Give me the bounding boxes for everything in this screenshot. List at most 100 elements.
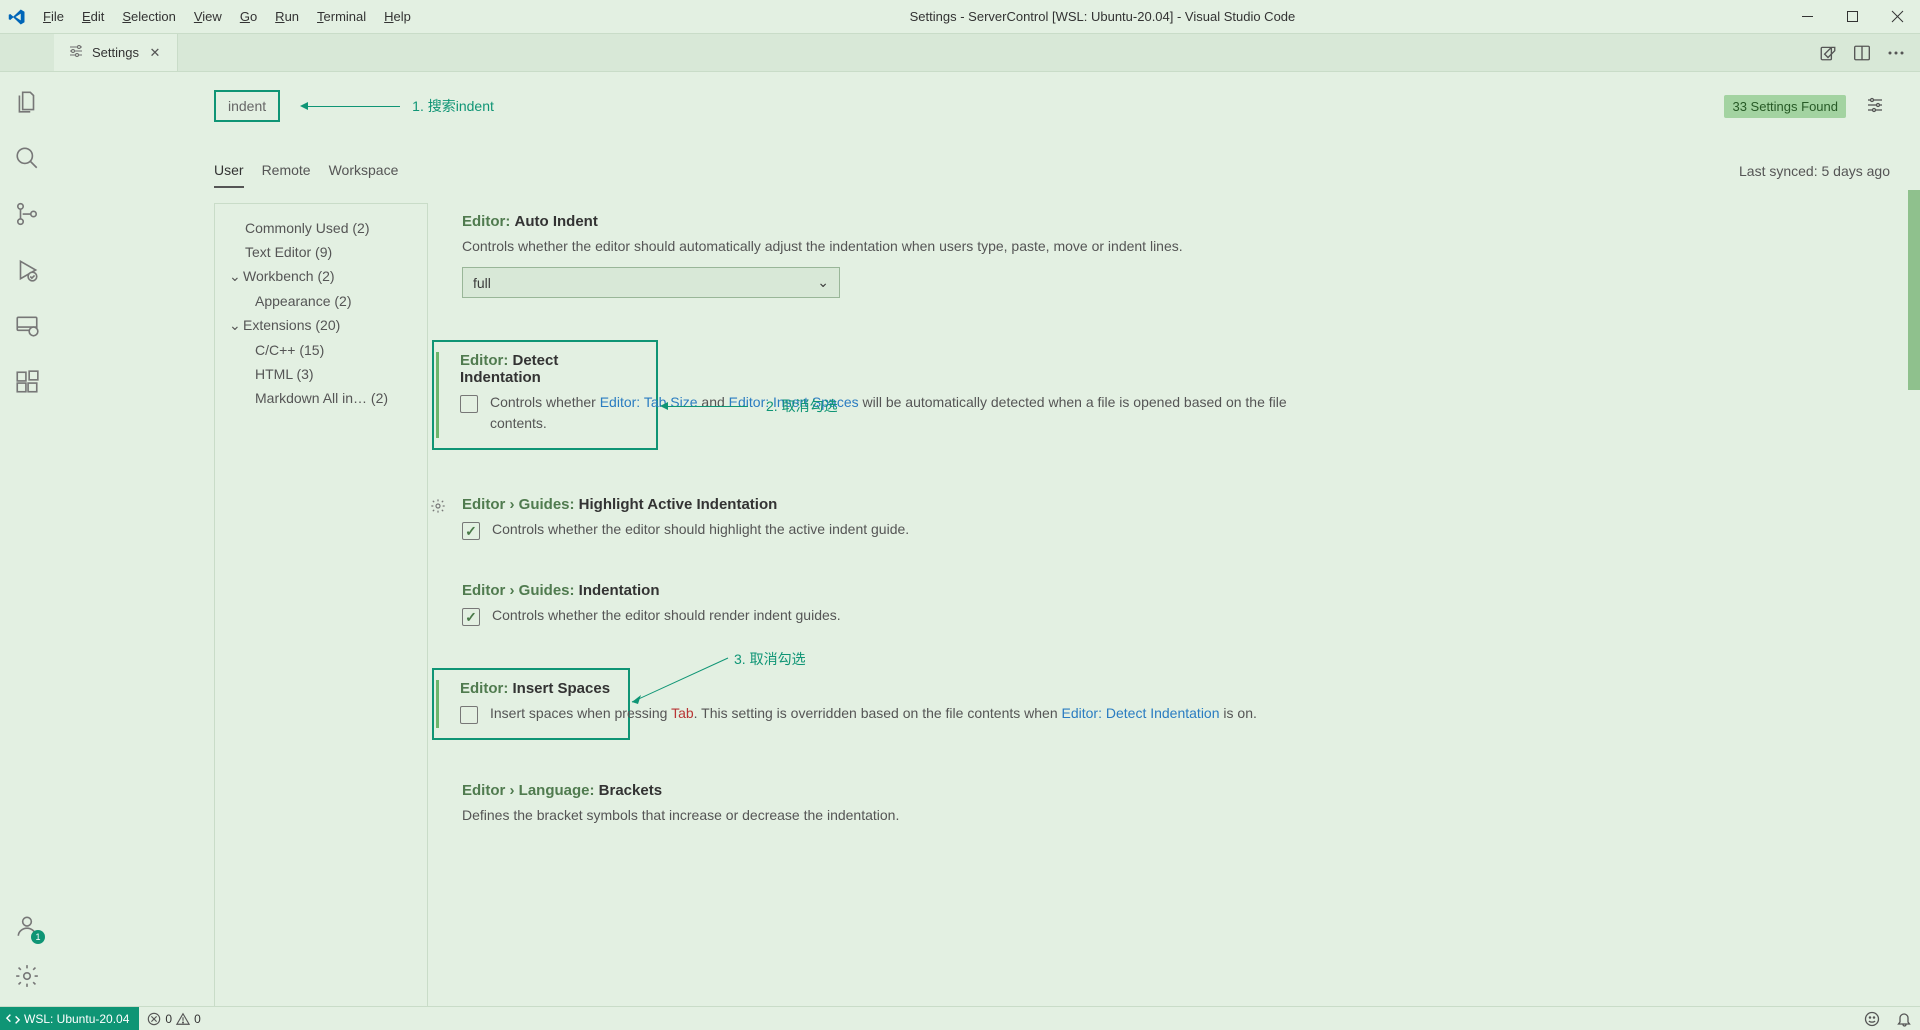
menu-bar: File Edit Selection View Go Run Terminal… xyxy=(34,9,420,24)
gear-icon[interactable] xyxy=(430,498,446,517)
toc-workbench[interactable]: ⌄Workbench (2) xyxy=(215,264,427,289)
status-feedback-icon[interactable] xyxy=(1856,1011,1888,1027)
menu-terminal[interactable]: Terminal xyxy=(308,9,375,24)
setting-title: Editor: Detect Indentation xyxy=(460,352,642,386)
annotation-arrow-2: 2. 取消勾选 xyxy=(660,396,838,416)
modified-indicator xyxy=(436,352,439,438)
filter-settings-icon[interactable] xyxy=(1864,93,1890,120)
tab-spacer xyxy=(0,34,54,71)
last-synced-label: Last synced: 5 days ago xyxy=(1739,163,1890,179)
toc-commonly-used[interactable]: Commonly Used (2) xyxy=(215,216,427,240)
settings-search-row: indent 1. 搜索indent 33 Settings Found xyxy=(214,90,1890,122)
accounts-icon[interactable]: 1 xyxy=(11,910,43,942)
tab-bar: Settings ✕ xyxy=(0,34,1920,72)
toc-text-editor[interactable]: Text Editor (9) xyxy=(215,240,427,264)
search-icon[interactable] xyxy=(11,142,43,174)
settings-toc: Commonly Used (2) Text Editor (9) ⌄Workb… xyxy=(214,203,428,1006)
activity-bar: 1 xyxy=(0,72,54,1006)
scrollbar-marker[interactable] xyxy=(1908,190,1920,390)
menu-help[interactable]: Help xyxy=(375,9,420,24)
open-settings-json-button[interactable] xyxy=(1814,39,1842,67)
window-controls xyxy=(1785,1,1920,33)
activity-bottom: 1 xyxy=(11,910,43,1006)
scope-tab-user[interactable]: User xyxy=(214,154,244,188)
title-bar: File Edit Selection View Go Run Terminal… xyxy=(0,0,1920,34)
toc-extensions[interactable]: ⌄Extensions (20) xyxy=(215,313,427,338)
setting-detect-indentation: Editor: Detect Indentation Controls whet… xyxy=(432,340,1890,450)
link-detect-indentation[interactable]: Editor: Detect Indentation xyxy=(1062,705,1220,721)
status-remote[interactable]: WSL: Ubuntu-20.04 xyxy=(0,1007,139,1030)
menu-edit[interactable]: Edit xyxy=(73,9,113,24)
auto-indent-select[interactable]: full ⌄ xyxy=(462,267,840,298)
annotation-1-text: 1. 搜索indent xyxy=(412,96,494,116)
insert-spaces-checkbox[interactable] xyxy=(460,706,478,724)
settings-editor: indent 1. 搜索indent 33 Settings Found Use… xyxy=(54,72,1920,1006)
scope-tab-remote[interactable]: Remote xyxy=(262,154,311,188)
menu-go[interactable]: Go xyxy=(231,9,266,24)
setting-indentation: Editor › Guides: Indentation Controls wh… xyxy=(462,582,1890,626)
toc-html[interactable]: HTML (3) xyxy=(215,362,427,386)
split-editor-button[interactable] xyxy=(1848,39,1876,67)
setting-insert-spaces: 3. 取消勾选 Editor: Insert Spaces Insert spa… xyxy=(432,668,1890,740)
settings-body: Commonly Used (2) Text Editor (9) ⌄Workb… xyxy=(214,203,1890,1006)
chevron-down-icon: ⌄ xyxy=(817,274,829,291)
maximize-button[interactable] xyxy=(1830,1,1875,33)
setting-description: Controls whether the editor should highl… xyxy=(492,519,909,540)
source-control-icon[interactable] xyxy=(11,198,43,230)
setting-title: Editor › Language: Brackets xyxy=(462,782,1890,799)
toc-appearance[interactable]: Appearance (2) xyxy=(215,289,427,313)
window-title: Settings - ServerControl [WSL: Ubuntu-20… xyxy=(420,9,1785,24)
annotation-2-text: 2. 取消勾选 xyxy=(766,396,838,416)
accounts-badge: 1 xyxy=(31,930,45,944)
settings-scope-tabs: User Remote Workspace Last synced: 5 day… xyxy=(214,154,1890,189)
menu-run[interactable]: Run xyxy=(266,9,308,24)
setting-highlight-active-indentation: Editor › Guides: Highlight Active Indent… xyxy=(462,496,1890,540)
settings-tab-icon xyxy=(68,43,84,62)
setting-description: Controls whether the editor should autom… xyxy=(462,236,1322,257)
status-bar: WSL: Ubuntu-20.04 0 0 xyxy=(0,1006,1920,1030)
setting-title: Editor: Auto Indent xyxy=(462,213,1890,230)
highlight-active-checkbox[interactable] xyxy=(462,522,480,540)
tab-actions xyxy=(1814,34,1920,71)
setting-auto-indent: Editor: Auto Indent Controls whether the… xyxy=(462,213,1890,298)
vscode-icon xyxy=(0,8,34,26)
setting-brackets: Editor › Language: Brackets Defines the … xyxy=(462,782,1890,826)
setting-description: Controls whether the editor should rende… xyxy=(492,605,841,626)
manage-icon[interactable] xyxy=(11,960,43,992)
tab-close-button[interactable]: ✕ xyxy=(147,45,163,61)
run-debug-icon[interactable] xyxy=(11,254,43,286)
indentation-checkbox[interactable] xyxy=(462,608,480,626)
tab-settings[interactable]: Settings ✕ xyxy=(54,34,178,71)
status-notifications-icon[interactable] xyxy=(1888,1011,1920,1027)
setting-title: Editor › Guides: Indentation xyxy=(462,582,1890,599)
toc-cpp[interactable]: C/C++ (15) xyxy=(215,338,427,362)
annotation-arrow-3: 3. 取消勾选 xyxy=(632,658,806,702)
status-right xyxy=(1856,1011,1920,1027)
setting-description: Insert spaces when pressing Tab. This se… xyxy=(490,703,1257,724)
extensions-icon[interactable] xyxy=(11,366,43,398)
tab-label: Settings xyxy=(92,45,139,60)
chevron-down-icon: ⌄ xyxy=(229,268,241,285)
menu-view[interactable]: View xyxy=(185,9,231,24)
close-button[interactable] xyxy=(1875,1,1920,33)
chevron-down-icon: ⌄ xyxy=(229,317,241,334)
detect-indentation-checkbox[interactable] xyxy=(460,395,478,413)
results-count-badge: 33 Settings Found xyxy=(1724,95,1846,118)
status-problems[interactable]: 0 0 xyxy=(139,1012,208,1026)
more-actions-button[interactable] xyxy=(1882,39,1910,67)
setting-description: Controls whether Editor: Tab Size and Ed… xyxy=(490,392,1300,434)
setting-description: Defines the bracket symbols that increas… xyxy=(462,805,1322,826)
remote-explorer-icon[interactable] xyxy=(11,310,43,342)
settings-list: Editor: Auto Indent Controls whether the… xyxy=(428,203,1890,1006)
setting-title: Editor › Guides: Highlight Active Indent… xyxy=(462,496,1890,513)
minimize-button[interactable] xyxy=(1785,1,1830,33)
setting-title: Editor: Insert Spaces xyxy=(460,680,614,697)
toc-markdown[interactable]: Markdown All in… (2) xyxy=(215,386,427,410)
menu-selection[interactable]: Selection xyxy=(113,9,184,24)
annotation-arrow-1 xyxy=(300,102,400,110)
explorer-icon[interactable] xyxy=(11,86,43,118)
scope-tab-workspace[interactable]: Workspace xyxy=(329,154,399,188)
settings-search-input[interactable]: indent xyxy=(214,90,280,122)
annotation-3-text: 3. 取消勾选 xyxy=(734,649,806,669)
menu-file[interactable]: File xyxy=(34,9,73,24)
